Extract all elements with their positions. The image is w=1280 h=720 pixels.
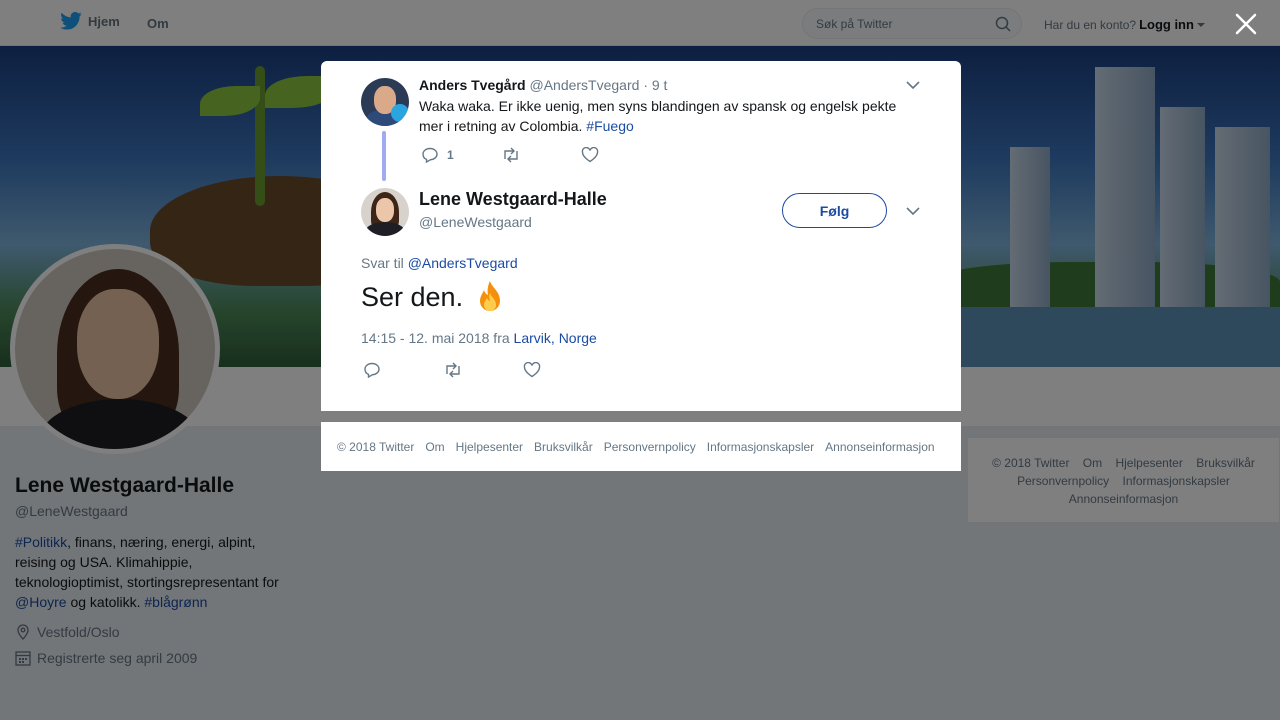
footer-link[interactable]: Annonseinformasjon (825, 440, 934, 454)
place-city-link[interactable]: Larvik (514, 330, 551, 346)
profile-avatar[interactable] (10, 244, 220, 454)
top-navigation-bar: Hjem Om Har du en konto? Logg inn (0, 0, 1280, 46)
footer-link[interactable]: Informasjonskapsler (707, 440, 814, 454)
joined-text: Registrerte seg april 2009 (37, 650, 198, 666)
like-button[interactable] (581, 147, 599, 163)
main-tweet-text: Ser den. (361, 279, 507, 315)
banner-tower (1010, 147, 1050, 307)
profile-name[interactable]: Lene Westgaard-Halle (15, 474, 295, 498)
hashtag-fuego[interactable]: #Fuego (586, 118, 633, 134)
footer-link[interactable]: Bruksvilkår (1196, 456, 1255, 470)
profile-handle[interactable]: @LeneWestgaard (15, 503, 295, 519)
tweet-timestamp: 14:15 - 12. mai 2018 fra (361, 330, 514, 346)
retweet-button[interactable] (501, 147, 581, 163)
footer-link[interactable]: © 2018 Twitter (992, 456, 1069, 470)
account-prompt: Har du en konto? (1044, 17, 1137, 32)
reply-to-prefix: Svar til (361, 255, 408, 271)
parent-tweet-time[interactable]: · 9 t (643, 77, 667, 93)
location-pin-icon (17, 624, 29, 640)
retweet-icon (504, 147, 518, 163)
footer-link[interactable]: Om (425, 440, 444, 454)
banner-leaf (200, 86, 260, 116)
close-icon[interactable] (1234, 12, 1258, 36)
profile-joined: Registrerte seg april 2009 (15, 650, 295, 666)
heart-icon (581, 147, 599, 163)
bio-text: og katolikk. (66, 594, 145, 610)
like-button[interactable] (523, 362, 541, 378)
bio-hashtag-blagronn[interactable]: #blågrønn (144, 594, 207, 610)
profile-info-card: Lene Westgaard-Halle @LeneWestgaard #Pol… (15, 474, 295, 666)
main-tweet-actions (363, 362, 541, 378)
tweet-timestamp-line: 14:15 - 12. mai 2018 fra Larvik, Norge (361, 330, 597, 346)
banner-tower (1160, 107, 1205, 307)
calendar-icon (15, 651, 31, 666)
parent-tweet-actions: 1 (421, 147, 599, 163)
bio-hashtag-politikk[interactable]: #Politikk (15, 534, 67, 550)
reply-button[interactable] (363, 362, 443, 378)
reply-icon (422, 147, 438, 163)
twitter-bird-icon (60, 12, 82, 30)
reply-to-line: Svar til @AndersTvegard (361, 255, 518, 271)
place-separator: , (550, 330, 559, 346)
parent-author-name[interactable]: Anders Tvegård (419, 77, 526, 93)
caret-down-icon[interactable] (1196, 22, 1205, 28)
chevron-down-icon[interactable] (906, 206, 920, 216)
heart-icon (523, 362, 541, 378)
modal-footer: © 2018 Twitter Om Hjelpesenter Bruksvilk… (321, 422, 961, 471)
footer-link[interactable]: © 2018 Twitter (337, 440, 414, 454)
footer-link[interactable]: Annonseinformasjon (1069, 492, 1178, 506)
parent-tweet-body: Waka waka. Er ikke uenig, men syns bland… (419, 98, 897, 134)
login-link[interactable]: Logg inn (1139, 17, 1194, 32)
place-country-link[interactable]: Norge (559, 330, 597, 346)
parent-tweet-header: Anders Tvegård @AndersTvegard · 9 t (419, 77, 667, 93)
footer-link[interactable]: Om (1083, 456, 1102, 470)
nav-about-link[interactable]: Om (147, 16, 169, 31)
retweet-button[interactable] (443, 362, 523, 378)
search-box (802, 8, 1022, 39)
thread-connector-line (382, 131, 386, 181)
reply-to-mention[interactable]: @AndersTvegard (408, 255, 518, 271)
bio-mention-hoyre[interactable]: @Hoyre (15, 594, 67, 610)
side-footer: © 2018 Twitter Om Hjelpesenter Bruksvilk… (968, 438, 1279, 522)
reply-button[interactable]: 1 (421, 147, 501, 163)
footer-link[interactable]: Personvernpolicy (604, 440, 696, 454)
nav-home-link[interactable]: Hjem (60, 12, 120, 30)
footer-link[interactable]: Informasjonskapsler (1123, 474, 1230, 488)
footer-link[interactable]: Hjelpesenter (1115, 456, 1182, 470)
lene-avatar[interactable] (361, 188, 409, 236)
footer-link[interactable]: Hjelpesenter (456, 440, 523, 454)
fire-emoji-icon (480, 281, 501, 311)
search-input[interactable] (803, 9, 983, 38)
tweet-modal: Anders Tvegård @AndersTvegard · 9 t Waka… (321, 61, 961, 411)
login-area: Har du en konto? Logg inn (1044, 17, 1205, 32)
banner-tower (1215, 127, 1270, 307)
retweet-icon (446, 362, 460, 378)
reply-count: 1 (447, 148, 454, 162)
search-icon[interactable] (995, 16, 1011, 32)
anders-avatar[interactable] (361, 78, 409, 126)
parent-author-handle[interactable]: @AndersTvegard (529, 77, 639, 93)
parent-tweet-text: Waka waka. Er ikke uenig, men syns bland… (419, 96, 909, 136)
location-text: Vestfold/Oslo (37, 624, 120, 640)
nav-home-label: Hjem (88, 13, 120, 29)
reply-icon (364, 362, 380, 378)
footer-link[interactable]: Personvernpolicy (1017, 474, 1109, 488)
main-author-handle[interactable]: @LeneWestgaard (419, 214, 532, 230)
profile-bio: #Politikk, finans, næring, energi, alpin… (15, 532, 295, 612)
main-tweet-body: Ser den. (361, 281, 464, 312)
footer-link[interactable]: Bruksvilkår (534, 440, 593, 454)
follow-button[interactable]: Følg (782, 193, 887, 228)
banner-tower (1095, 67, 1155, 307)
main-author-name[interactable]: Lene Westgaard-Halle (419, 189, 607, 210)
profile-location: Vestfold/Oslo (15, 624, 295, 640)
chevron-down-icon[interactable] (906, 80, 920, 90)
